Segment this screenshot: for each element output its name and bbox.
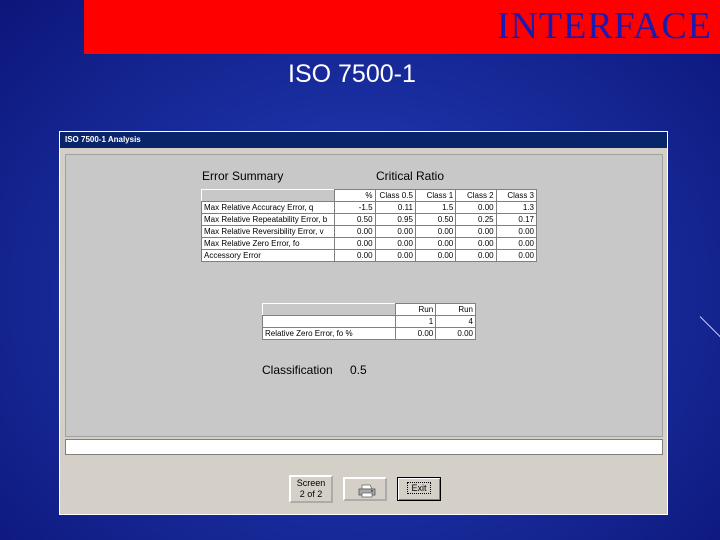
- column-header: Class 0.5: [374, 189, 416, 202]
- zero-error-table: Run Run 1 4 Relative Zero Error, fo % 0.…: [261, 303, 476, 340]
- status-bar: [65, 439, 663, 455]
- table-cell: 0.00: [455, 201, 497, 214]
- exit-button[interactable]: Exit: [397, 477, 441, 501]
- error-summary-table: % Class 0.5 Class 1 Class 2 Class 3 Max …: [200, 189, 538, 262]
- table-cell: 0.95: [374, 213, 416, 226]
- table-cell: 0.00: [334, 249, 376, 262]
- table-cell: 0.11: [374, 201, 416, 214]
- table-header-row: 1 4: [261, 315, 476, 328]
- empty-header-cell: [262, 303, 396, 316]
- table-cell: 0.00: [414, 249, 457, 262]
- table-cell: 0.50: [414, 213, 457, 226]
- table-cell: 1.3: [495, 201, 538, 214]
- empty-header-cell: [201, 189, 336, 202]
- title-banner: INTERFACE: [84, 0, 720, 54]
- column-header: Class 2: [455, 189, 497, 202]
- table-cell: -1.5: [334, 201, 376, 214]
- window-title: ISO 7500-1 Analysis: [65, 135, 141, 144]
- column-header: Run: [395, 303, 437, 316]
- row-label: Accessory Error: [200, 249, 336, 262]
- table-cell: 0.25: [455, 213, 497, 226]
- table-row: Max Relative Zero Error, fo 0.00 0.00 0.…: [200, 237, 538, 250]
- column-header: 4: [435, 315, 476, 328]
- slide-subtitle: ISO 7500-1: [288, 60, 416, 88]
- table-cell: 0.00: [374, 237, 416, 250]
- column-header: %: [334, 189, 376, 202]
- table-cell: 0.17: [495, 213, 538, 226]
- banner-title: INTERFACE: [496, 5, 712, 47]
- column-header: Run: [435, 303, 476, 316]
- row-label: Max Relative Zero Error, fo: [200, 237, 336, 250]
- results-panel: Error Summary Critical Ratio % Class 0.5…: [65, 154, 663, 437]
- empty-header-cell: [261, 315, 397, 328]
- column-header: Class 3: [495, 189, 538, 202]
- screen-button-page: 2 of 2: [299, 489, 323, 499]
- table-cell: 0.00: [334, 225, 376, 238]
- table-header-row: % Class 0.5 Class 1 Class 2 Class 3: [201, 189, 538, 202]
- table-cell: 0.00: [395, 327, 437, 340]
- column-header: 1: [395, 315, 437, 328]
- table-cell: 0.00: [414, 225, 457, 238]
- table-row: Max Relative Accuracy Error, q -1.5 0.11…: [200, 201, 538, 214]
- table-cell: 0.00: [455, 225, 497, 238]
- table-row: Accessory Error 0.00 0.00 0.00 0.00 0.00: [200, 249, 538, 262]
- table-cell: 0.00: [435, 327, 476, 340]
- analysis-window: ISO 7500-1 Analysis Error Summary Critic…: [59, 131, 668, 515]
- exit-button-label: Exit: [407, 482, 431, 494]
- classification-label: Classification: [262, 363, 333, 377]
- row-label: Max Relative Accuracy Error, q: [200, 201, 336, 214]
- table-row: Max Relative Repeatability Error, b 0.50…: [200, 213, 538, 226]
- table-cell: 0.00: [495, 225, 538, 238]
- table-cell: 0.00: [374, 225, 416, 238]
- row-label: Max Relative Repeatability Error, b: [200, 213, 336, 226]
- table-cell: 0.00: [495, 249, 538, 262]
- table-cell: 0.00: [414, 237, 457, 250]
- screen-toggle-button[interactable]: Screen 2 of 2: [289, 475, 333, 503]
- table-header-row: Run Run: [262, 303, 476, 316]
- table-cell: 0.00: [334, 237, 376, 250]
- screen-button-label: Screen: [296, 478, 326, 488]
- table-cell: 0.00: [455, 237, 497, 250]
- row-label: Relative Zero Error, fo %: [261, 327, 397, 340]
- print-button[interactable]: [343, 477, 387, 501]
- table-cell: 0.00: [455, 249, 497, 262]
- table-cell: 1.5: [414, 201, 457, 214]
- table-row: Max Relative Reversibility Error, v 0.00…: [200, 225, 538, 238]
- critical-ratio-heading: Critical Ratio: [376, 169, 445, 183]
- decorative-line: [699, 316, 720, 339]
- window-titlebar[interactable]: ISO 7500-1 Analysis: [60, 132, 667, 148]
- classification-value: 0.5: [350, 363, 367, 377]
- table-cell: 0.50: [334, 213, 376, 226]
- table-row: Relative Zero Error, fo % 0.00 0.00: [261, 327, 476, 340]
- row-label: Max Relative Reversibility Error, v: [200, 225, 336, 238]
- table-cell: 0.00: [495, 237, 538, 250]
- error-summary-heading: Error Summary: [202, 169, 284, 183]
- printer-icon: [358, 484, 376, 498]
- table-cell: 0.00: [374, 249, 416, 262]
- column-header: Class 1: [414, 189, 457, 202]
